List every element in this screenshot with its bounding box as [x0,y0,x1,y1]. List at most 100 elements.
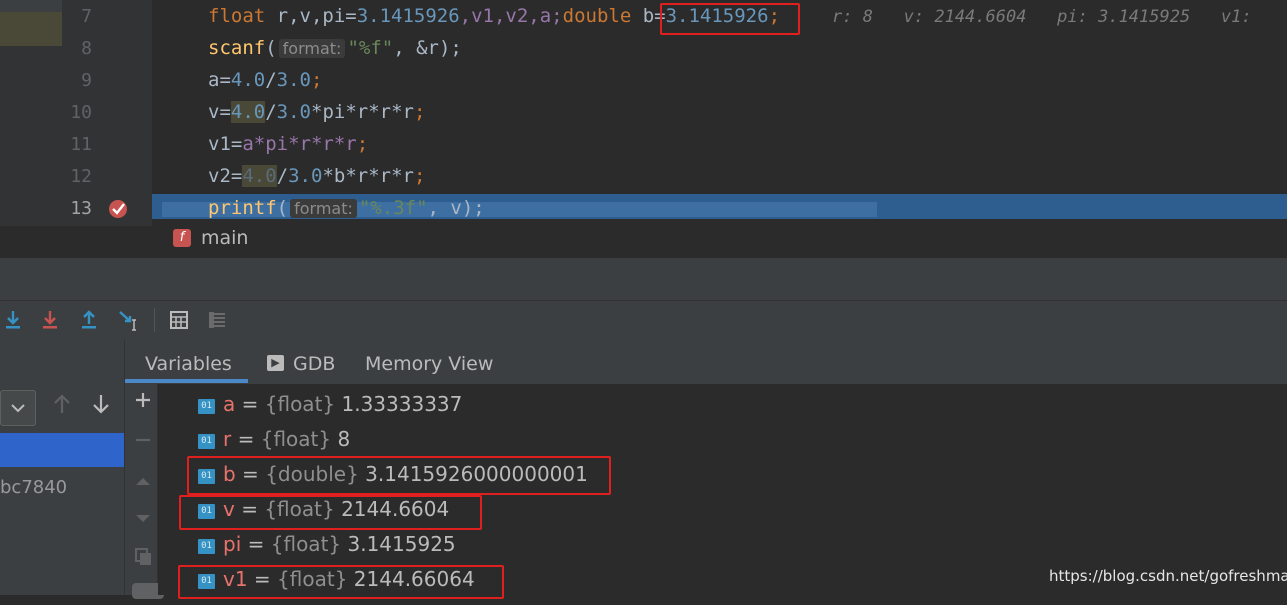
code-line-10[interactable]: v=4.0/3.0*pi*r*r*r; [208,101,425,123]
variable-name: a [223,392,236,416]
code-line-11[interactable]: v1=a*pi*r*r*r; [208,133,368,155]
line-number: 10 [70,102,92,123]
annotation-box-b [187,456,611,495]
code-text: ( [276,197,289,219]
selected-frame[interactable] [0,433,124,467]
number-literal: 3.0 [276,101,311,123]
code-text: *pi*r*r*r [311,101,414,123]
tab-variables[interactable]: Variables [145,353,232,375]
code-text: / [265,69,277,91]
number-literal: 3.0 [276,69,311,91]
semicolon: ; [413,165,426,187]
frame-address[interactable]: bc7840 [0,477,67,498]
annotation-box-v1 [178,565,504,599]
code-line-13-clip: printf(format: "%.3f", v); [0,194,1287,219]
duplicate-watch-icon[interactable] [132,546,154,574]
line-number: 7 [81,6,92,27]
glasses-icon[interactable] [132,580,164,605]
debug-toolbar [0,300,1287,341]
code-text: r,v,pi= [265,5,357,27]
primitive-type-icon: 01 [198,539,215,554]
run-to-cursor-icon[interactable] [116,307,142,333]
code-text: a= [208,69,231,91]
function-name: scanf [208,37,266,59]
force-step-into-icon[interactable] [37,307,63,333]
variable-row[interactable]: 01 r = {float} 8 [198,427,350,451]
parameter-hint: format: [290,199,357,218]
evaluate-expression-icon[interactable] [166,307,192,333]
move-up-icon[interactable] [132,471,154,497]
code-text: , v); [427,197,485,219]
number-literal: 3.1415926 [356,5,460,27]
number-literal: 3.0 [288,165,323,187]
variable-row[interactable]: 01 pi = {float} 3.1415925 [198,532,456,556]
code-line-8[interactable]: scanf(format: "%f", &r); [208,37,462,59]
code-text: v= [208,101,231,123]
code-text: ,v1,v2,a; [459,5,563,27]
keyword: double [562,5,632,27]
next-frame-arrow-icon[interactable] [91,393,111,421]
annotation-box-v [179,495,482,530]
semicolon: ; [311,69,323,91]
variable-type: {float} [264,392,336,416]
equals-sign: = [235,392,265,416]
variable-type: {float} [260,427,332,451]
chevron-down-icon [11,404,25,413]
breadcrumb-bar [0,226,1287,258]
code-line-9[interactable]: a=4.0/3.0; [208,69,322,91]
move-down-icon[interactable] [132,508,154,534]
semicolon: ; [356,133,369,155]
project-panel-edge [0,0,62,258]
code-text: *b*r*r*r [322,165,414,187]
tab-gdb[interactable]: GDB [293,353,335,375]
keyword: float [208,5,266,27]
code-text: v2= [208,165,243,187]
thread-selector[interactable] [0,390,36,426]
variable-value: 8 [337,427,351,451]
code-line-12[interactable]: v2=4.0/3.0*b*r*r*r; [208,165,425,187]
add-watch-icon[interactable] [132,390,154,416]
breadcrumb-function[interactable]: main [201,227,248,249]
function-name: printf [208,197,277,219]
step-out-icon[interactable] [76,307,102,333]
previous-frame-arrow-icon[interactable] [52,393,72,421]
console-icon: ▶ [267,355,284,371]
annotation-box-b-declaration [660,3,800,35]
panel-separator[interactable] [0,258,1287,300]
watermark-text: https://blog.csdn.net/gofreshman [1049,567,1287,585]
string-literal: "%f" [347,37,394,59]
project-panel-highlight [0,12,62,46]
number-literal: 4.0 [230,101,266,123]
variable-value: 3.1415925 [347,532,456,556]
variable-row[interactable]: 01 a = {float} 1.33333337 [198,392,462,416]
variable-type: {float} [270,532,342,556]
code-text: v1= [208,133,243,155]
variable-value: 1.33333337 [341,392,463,416]
line-number: 12 [70,166,92,187]
variable-name: r [223,427,232,451]
line-number: 9 [81,70,92,91]
active-tab-indicator [125,379,248,383]
primitive-type-icon: 01 [198,434,215,449]
code-text: , &r); [393,37,462,59]
primitive-type-icon: 01 [198,399,215,414]
function-icon: f [173,229,191,247]
number-literal: 4.0 [230,69,266,91]
parameter-hint: format: [278,39,346,58]
line-number: 8 [81,38,92,59]
semicolon: ; [413,101,426,123]
equals-sign: = [241,532,271,556]
code-editor[interactable] [0,0,1287,258]
variable-name: pi [223,532,242,556]
code-text: a*pi*r*r*r [242,133,357,155]
step-over-icon[interactable] [0,307,26,333]
frames-pane [0,340,125,595]
trace-frames-icon[interactable] [204,307,230,333]
remove-watch-icon[interactable] [132,430,154,456]
code-line-13[interactable]: printf(format: "%.3f", v); [208,197,485,219]
line-number: 11 [70,134,92,155]
tab-memory-view[interactable]: Memory View [365,353,493,375]
inline-debug-values: r: 8 v: 2144.6604 pi: 3.1415925 v1: [832,7,1252,27]
toolbar-separator [154,308,155,332]
